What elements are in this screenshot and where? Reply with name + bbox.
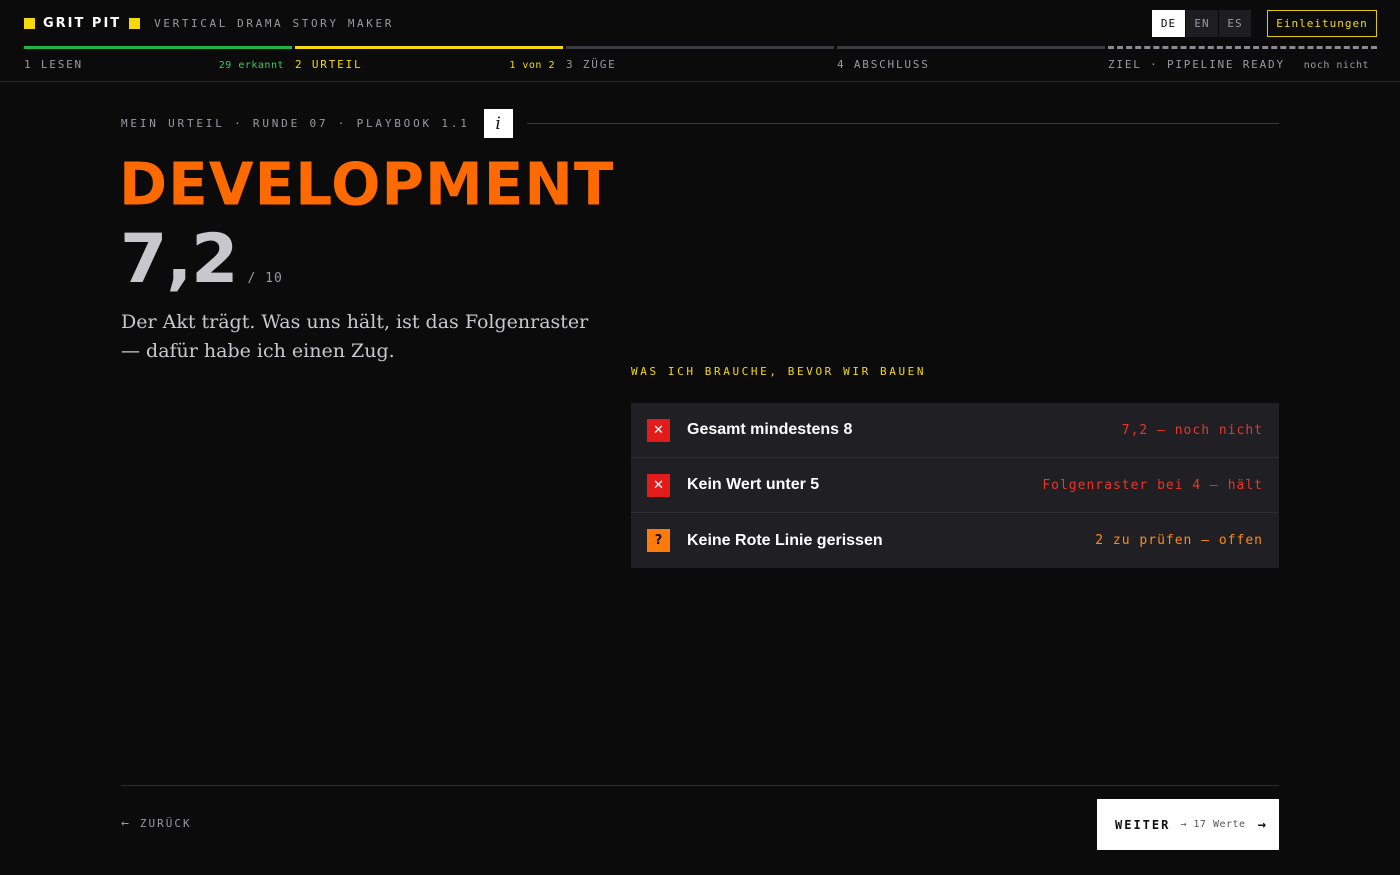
step-label: 4 ABSCHLUSS (837, 58, 930, 71)
back-label: ZURÜCK (139, 817, 192, 830)
brand[interactable]: GRIT PIT VERTICAL DRAMA STORY MAKER (24, 14, 394, 32)
language-switcher: DE EN ES (1152, 10, 1251, 37)
footer-divider (121, 785, 1279, 786)
top-header: GRIT PIT VERTICAL DRAMA STORY MAKER DE E… (0, 0, 1400, 82)
breadcrumb-divider (526, 123, 1279, 124)
page-title: DEVELOPMENT (119, 149, 615, 219)
brand-square-icon (129, 17, 141, 29)
requirement-item[interactable]: ? Keine Rote Linie gerissen 2 zu prüfen … (631, 513, 1279, 568)
step-bar (837, 46, 1105, 49)
requirement-item[interactable]: ✕ Gesamt mindestens 8 7,2 — noch nicht (631, 403, 1279, 458)
back-button[interactable]: ← ZURÜCK (121, 816, 192, 831)
score-display: 7,2 / 10 (120, 220, 283, 299)
step-label: ZIEL · PIPELINE READY (1108, 58, 1285, 71)
brand-square-icon (24, 17, 35, 29)
step-bar (24, 46, 292, 49)
next-label: WEITER (1115, 817, 1171, 832)
step-bar (566, 46, 834, 49)
brand-tagline: VERTICAL DRAMA STORY MAKER (154, 16, 394, 30)
brand-name: GRIT PIT (43, 15, 122, 31)
requirement-item[interactable]: ✕ Kein Wert unter 5 Folgenraster bei 4 —… (631, 458, 1279, 513)
guide-button[interactable]: Einleitungen (1267, 10, 1377, 37)
lang-option-es[interactable]: ES (1218, 10, 1251, 37)
step-meta: noch nicht (1303, 60, 1369, 71)
score-max: / 10 (247, 271, 283, 286)
info-icon[interactable]: i (483, 109, 513, 138)
step-zuege[interactable]: 3 ZÜGE (566, 46, 834, 76)
step-label: 3 ZÜGE (566, 58, 617, 71)
breadcrumb-text: MEIN URTEIL · RUNDE 07 · PLAYBOOK 1.1 (121, 117, 470, 130)
step-ziel[interactable]: ZIEL · PIPELINE READY noch nicht (1108, 46, 1377, 76)
requirement-status: 7,2 — noch nicht (1121, 422, 1263, 438)
question-icon: ? (647, 529, 670, 552)
step-meta: 29 erkannt (218, 60, 284, 71)
step-bar (295, 46, 563, 49)
arrow-left-icon: ← (121, 816, 131, 831)
arrow-right-icon: → (1257, 816, 1267, 833)
step-urteil[interactable]: 2 URTEIL 1 von 2 (295, 46, 563, 76)
requirements-title: WAS ICH BRAUCHE, BEVOR WIR BAUEN (631, 365, 927, 378)
fail-icon: ✕ (647, 473, 670, 497)
step-label: 2 URTEIL (295, 58, 363, 71)
step-label: 1 LESEN (24, 58, 83, 71)
lang-option-en[interactable]: EN (1185, 10, 1218, 37)
step-meta: 1 von 2 (509, 60, 555, 71)
fail-icon: ✕ (647, 418, 670, 442)
verdict-quote: Der Akt trägt. Was uns hält, ist das Fol… (121, 311, 589, 362)
progress-steps: 1 LESEN 29 erkannt 2 URTEIL 1 von 2 3 ZÜ… (24, 46, 1377, 76)
step-bar-dashed (1108, 46, 1377, 49)
next-button[interactable]: WEITER → 17 Werte → (1097, 799, 1279, 850)
requirement-status: 2 zu prüfen — offen (1095, 533, 1263, 548)
lang-option-de[interactable]: DE (1152, 10, 1185, 37)
requirement-label: Keine Rote Linie gerissen (687, 531, 883, 549)
step-lesen[interactable]: 1 LESEN 29 erkannt (24, 46, 292, 76)
breadcrumb: MEIN URTEIL · RUNDE 07 · PLAYBOOK 1.1 i (121, 109, 1279, 138)
next-meta: → 17 Werte (1180, 819, 1246, 830)
requirements-list: ✕ Gesamt mindestens 8 7,2 — noch nicht ✕… (631, 403, 1279, 568)
requirement-label: Gesamt mindestens 8 (687, 421, 853, 438)
requirement-status: Folgenraster bei 4 — hält (1042, 477, 1263, 493)
requirement-label: Kein Wert unter 5 (687, 476, 820, 493)
step-abschluss[interactable]: 4 ABSCHLUSS (837, 46, 1105, 76)
score-value: 7,2 (120, 220, 238, 299)
